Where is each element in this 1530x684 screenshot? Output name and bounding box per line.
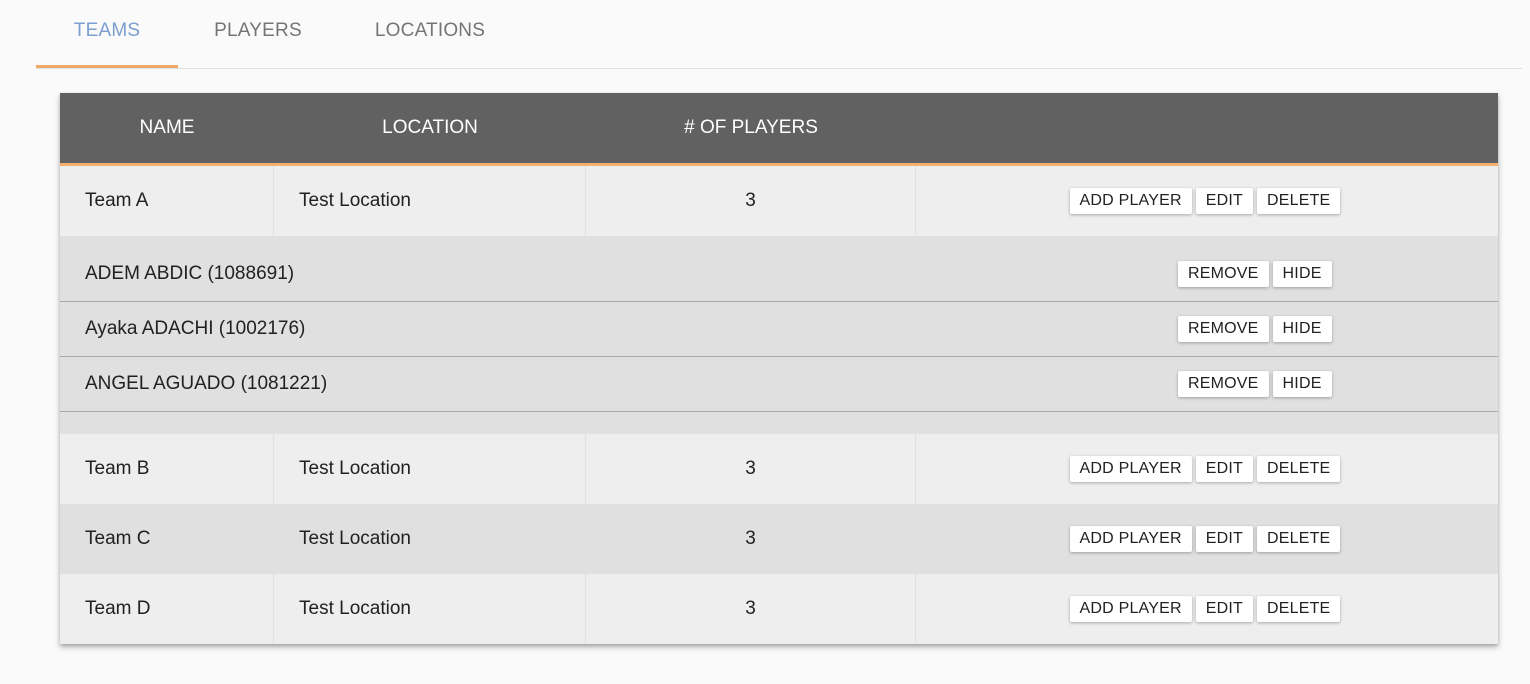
add-player-button[interactable]: ADD PLAYER	[1069, 456, 1192, 482]
team-location: Test Location	[274, 434, 586, 504]
team-players-count: 3	[745, 528, 756, 549]
tab-bar: TEAMS PLAYERS LOCATIONS	[36, 0, 1522, 69]
team-actions: ADD PLAYER EDIT DELETE	[916, 434, 1498, 504]
list-item: ANGEL AGUADO (1081221) REMOVE HIDE	[60, 357, 1498, 412]
table-row[interactable]: Team B Test Location 3 ADD PLAYER EDIT D…	[60, 434, 1498, 504]
team-name: Team B	[60, 434, 274, 504]
team-players-count: 3	[586, 166, 916, 236]
edit-button[interactable]: EDIT	[1195, 526, 1253, 552]
column-header-location: LOCATION	[382, 117, 478, 138]
delete-button[interactable]: DELETE	[1256, 596, 1341, 622]
team-players-count: 3	[586, 434, 916, 504]
team-location: Test Location	[274, 166, 586, 236]
remove-button[interactable]: REMOVE	[1178, 316, 1269, 342]
edit-button[interactable]: EDIT	[1195, 188, 1253, 214]
tab-locations[interactable]: LOCATIONS	[338, 0, 522, 68]
add-player-button[interactable]: ADD PLAYER	[1069, 596, 1192, 622]
team-name: Team A	[60, 166, 274, 236]
team-actions: ADD PLAYER EDIT DELETE	[916, 574, 1498, 644]
team-name: Team C	[85, 528, 151, 549]
team-location: Test Location	[299, 528, 411, 549]
delete-button[interactable]: DELETE	[1256, 526, 1341, 552]
add-player-button[interactable]: ADD PLAYER	[1069, 188, 1192, 214]
column-header-name: NAME	[139, 117, 195, 138]
delete-button[interactable]: DELETE	[1256, 456, 1341, 482]
column-header-players-count: # OF PLAYERS	[684, 117, 818, 138]
hide-button[interactable]: HIDE	[1272, 371, 1332, 397]
hide-button[interactable]: HIDE	[1272, 316, 1332, 342]
remove-button[interactable]: REMOVE	[1178, 371, 1269, 397]
tab-teams[interactable]: TEAMS	[36, 0, 178, 68]
table-row[interactable]: Team D Test Location 3 ADD PLAYER EDIT D…	[60, 574, 1498, 644]
team-actions: ADD PLAYER EDIT DELETE	[916, 166, 1498, 236]
team-location: Test Location	[274, 574, 586, 644]
table-row[interactable]: Team C Test Location 3 ADD PLAYER EDIT D…	[60, 504, 1498, 574]
edit-button[interactable]: EDIT	[1195, 456, 1253, 482]
hide-button[interactable]: HIDE	[1272, 261, 1332, 287]
player-name: Ayaka ADACHI (1002176)	[85, 318, 306, 339]
list-item: ADEM ABDIC (1088691) REMOVE HIDE	[60, 247, 1498, 302]
player-name: ANGEL AGUADO (1081221)	[85, 373, 328, 394]
table-header: NAME LOCATION # OF PLAYERS	[60, 93, 1498, 166]
edit-button[interactable]: EDIT	[1195, 596, 1253, 622]
remove-button[interactable]: REMOVE	[1178, 261, 1269, 287]
list-item: Ayaka ADACHI (1002176) REMOVE HIDE	[60, 302, 1498, 357]
player-name: ADEM ABDIC (1088691)	[85, 263, 295, 284]
team-name: Team D	[60, 574, 274, 644]
tab-players[interactable]: PLAYERS	[178, 0, 338, 68]
add-player-button[interactable]: ADD PLAYER	[1069, 526, 1192, 552]
table-row[interactable]: Team A Test Location 3 ADD PLAYER EDIT D…	[60, 166, 1498, 236]
team-players-list: ADEM ABDIC (1088691) REMOVE HIDE Ayaka A…	[60, 236, 1498, 434]
teams-table: NAME LOCATION # OF PLAYERS Team A Test L…	[60, 93, 1498, 644]
team-actions: ADD PLAYER EDIT DELETE	[916, 504, 1498, 574]
delete-button[interactable]: DELETE	[1256, 188, 1341, 214]
team-players-count: 3	[586, 574, 916, 644]
